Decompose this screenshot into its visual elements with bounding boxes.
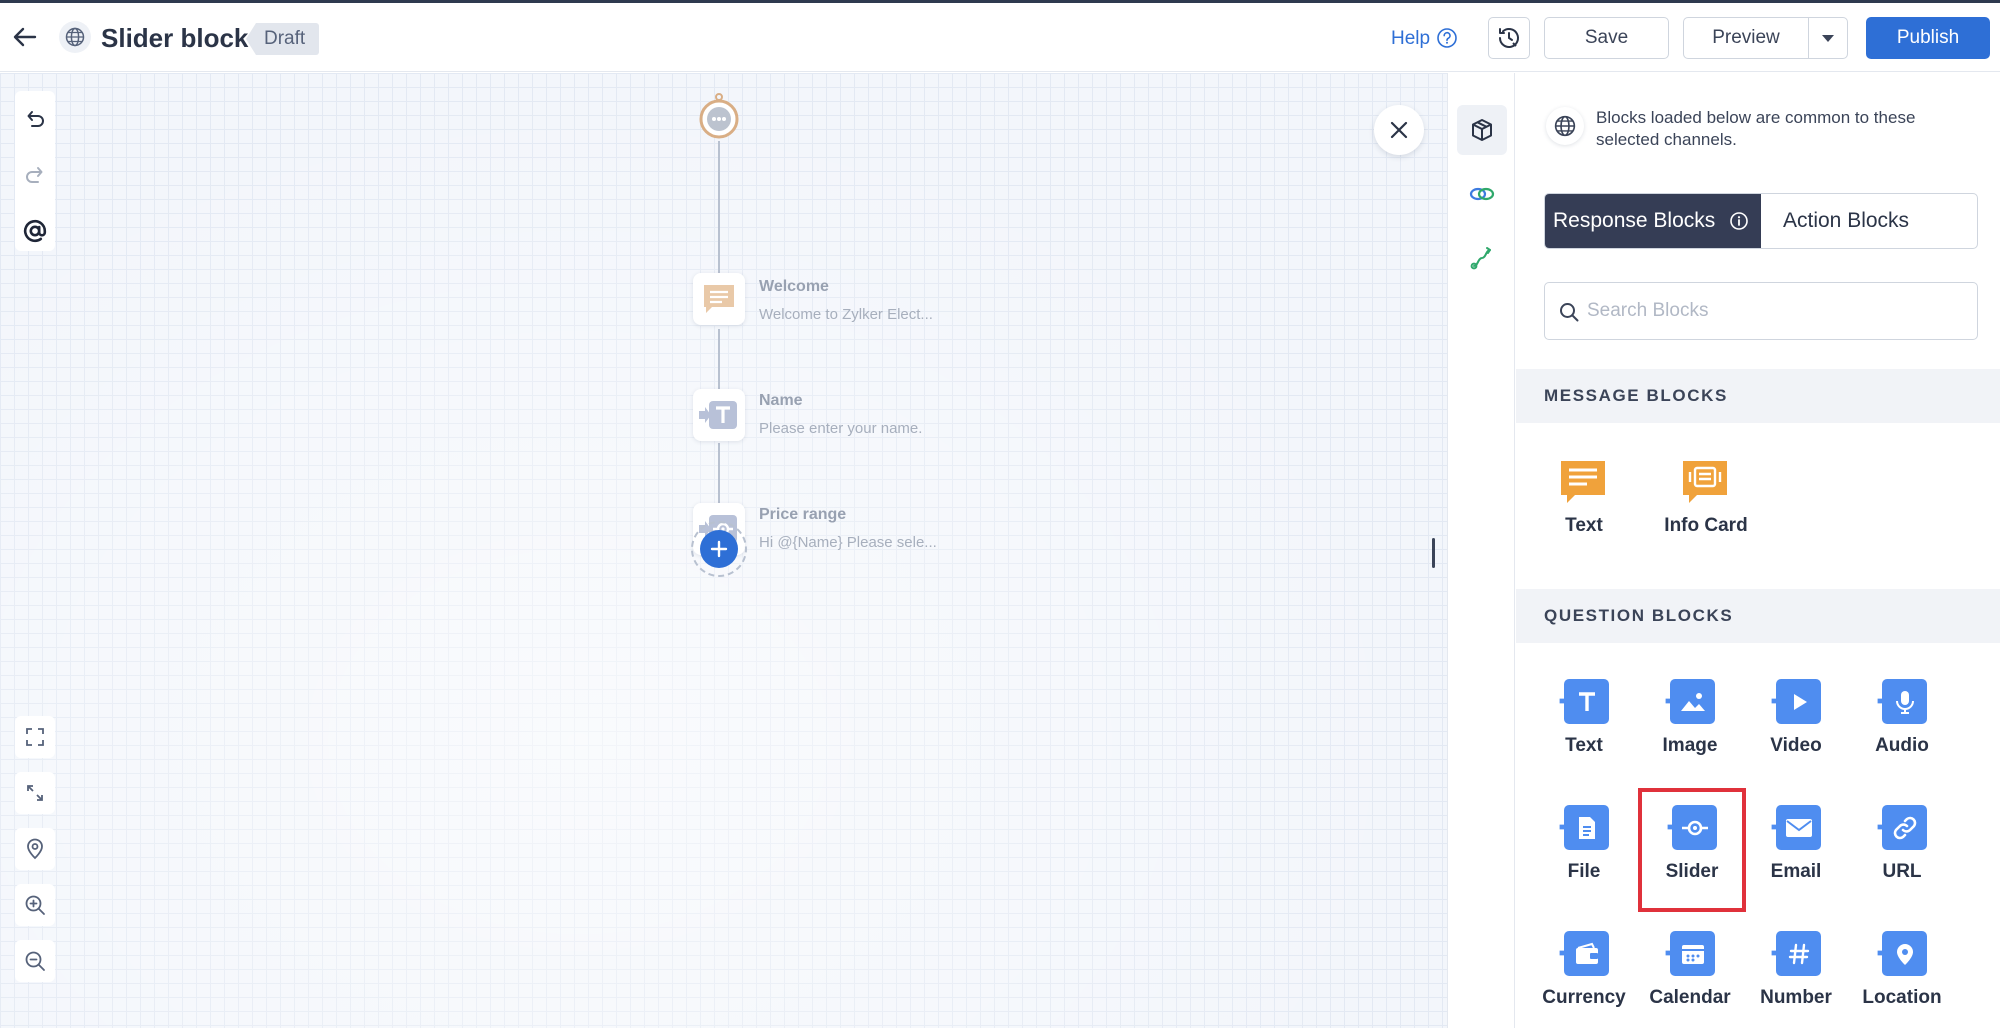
bot-title: Slider block [101, 23, 249, 53]
expand-icon[interactable] [15, 772, 55, 814]
email-envelope-icon [1771, 805, 1821, 851]
channel-note: Blocks loaded below are common to these … [1596, 108, 1916, 149]
slider-icon [1667, 805, 1717, 851]
video-play-icon [1771, 679, 1821, 725]
preview-options-button[interactable] [1808, 17, 1848, 59]
block-question-file[interactable]: File [1534, 799, 1634, 909]
plus-icon [700, 530, 738, 568]
block-question-calendar[interactable]: Calendar [1640, 925, 1740, 1028]
flow-node-name[interactable] [693, 389, 745, 441]
status-badge: Draft [246, 23, 320, 55]
block-question-location[interactable]: Location [1852, 925, 1952, 1028]
integrations-link-icon[interactable] [1457, 169, 1507, 219]
flow-node-welcome[interactable] [693, 273, 745, 325]
block-question-audio[interactable]: Audio [1852, 673, 1952, 783]
view-toolbar [15, 709, 55, 989]
close-panel-button[interactable] [1374, 105, 1424, 155]
block-question-slider[interactable]: Slider [1638, 788, 1746, 912]
blocks-cube-icon[interactable] [1457, 105, 1507, 155]
location-pin-icon[interactable] [15, 828, 55, 870]
location-marker-icon [1877, 931, 1927, 977]
node-subtitle: Welcome to Zylker Elect... [759, 306, 933, 323]
flow-connector [718, 443, 720, 503]
help-question-icon[interactable] [1436, 27, 1458, 49]
calendar-icon [1665, 931, 1715, 977]
block-question-currency[interactable]: Currency [1534, 925, 1634, 1028]
header: Slider block Draft Help Save Preview Pub… [0, 3, 2000, 72]
text-question-icon [699, 401, 737, 429]
add-block-button[interactable] [691, 521, 747, 577]
block-question-url[interactable]: URL [1852, 799, 1952, 909]
block-message-text[interactable]: Text [1534, 453, 1634, 563]
tab-response-blocks[interactable]: Response Blocks [1545, 194, 1761, 248]
version-history-button[interactable] [1488, 17, 1530, 59]
info-card-icon [1681, 459, 1731, 505]
blocks-panel: Blocks loaded below are common to these … [1516, 73, 2000, 1028]
block-question-number[interactable]: Number [1746, 925, 1846, 1028]
fit-screen-icon[interactable] [15, 716, 55, 758]
node-title: Name [759, 392, 803, 409]
block-type-tabs: Response Blocks Action Blocks [1544, 193, 1978, 249]
info-icon[interactable] [1729, 211, 1749, 231]
block-question-image[interactable]: Image [1640, 673, 1740, 783]
flow-canvas[interactable]: Welcome Welcome to Zylker Elect... Name … [0, 73, 1447, 1028]
caret-down-icon [1822, 35, 1834, 42]
flow-path-icon[interactable] [1457, 233, 1507, 283]
block-question-email[interactable]: Email [1746, 799, 1846, 909]
zoom-out-icon[interactable] [15, 940, 55, 982]
panel-icon-rail [1447, 73, 1515, 1028]
help-link[interactable]: Help [1391, 25, 1430, 53]
channel-globe-icon[interactable] [59, 21, 91, 53]
search-icon [1560, 303, 1579, 322]
question-blocks-header: QUESTION BLOCKS [1516, 589, 2000, 643]
panel-resize-handle[interactable] [1432, 538, 1435, 568]
flow-connector [718, 141, 720, 273]
node-subtitle: Please enter your name. [759, 420, 923, 437]
search-blocks-field [1544, 282, 1978, 340]
message-text-icon [1559, 459, 1609, 505]
back-arrow-icon[interactable] [10, 22, 40, 52]
preview-button[interactable]: Preview [1683, 17, 1809, 59]
save-button[interactable]: Save [1544, 17, 1669, 59]
text-input-icon [1559, 679, 1609, 725]
image-icon [1665, 679, 1715, 725]
wallet-icon [1559, 931, 1609, 977]
search-blocks-input[interactable] [1587, 293, 1967, 329]
tab-action-blocks[interactable]: Action Blocks [1783, 194, 1909, 248]
history-toolbar [15, 91, 55, 251]
redo-icon[interactable] [15, 147, 55, 203]
node-subtitle: Hi @{Name} Please sele... [759, 534, 937, 551]
node-title: Price range [759, 506, 847, 523]
file-document-icon [1559, 805, 1609, 851]
block-question-text[interactable]: Text [1534, 673, 1634, 783]
flow-connector [718, 329, 720, 389]
message-blocks-header: MESSAGE BLOCKS [1516, 369, 2000, 423]
block-message-info-card[interactable]: Info Card [1656, 453, 1756, 563]
node-title: Welcome [759, 278, 829, 295]
mention-at-icon[interactable] [15, 203, 55, 259]
undo-icon[interactable] [15, 91, 55, 147]
channels-globe-icon[interactable] [1546, 107, 1584, 145]
history-icon [1499, 28, 1519, 48]
microphone-icon [1877, 679, 1927, 725]
url-link-icon [1877, 805, 1927, 851]
zoom-in-icon[interactable] [15, 884, 55, 926]
publish-button[interactable]: Publish [1866, 17, 1990, 59]
number-hash-icon [1771, 931, 1821, 977]
close-icon [1390, 121, 1408, 139]
bot-start-node[interactable] [697, 91, 741, 141]
block-question-video[interactable]: Video [1746, 673, 1846, 783]
message-icon [704, 285, 734, 313]
